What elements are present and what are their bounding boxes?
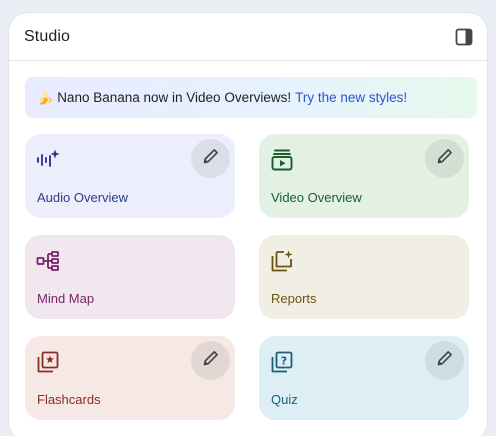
pencil-icon [436,349,454,372]
edit-button[interactable] [191,139,230,178]
mind-map-icon [36,249,60,273]
pencil-icon [202,349,220,372]
card-label: Quiz [271,392,298,407]
banana-emoji: 🍌 [37,89,54,105]
quiz-card[interactable]: ? Quiz [259,336,469,420]
quiz-icon: ? [270,350,294,374]
card-label: Audio Overview [37,190,129,205]
svg-text:?: ? [281,355,287,368]
try-new-styles-link[interactable]: Try the new styles! [295,90,407,105]
edit-button[interactable] [191,341,230,380]
panel-title: Studio [24,27,70,45]
audio-overview-card[interactable]: Audio Overview [25,134,235,218]
edit-button[interactable] [425,139,464,178]
banner-text: Nano Banana now in Video Overviews! [57,90,292,105]
sidebar-panel-icon[interactable] [450,23,478,51]
pencil-icon [436,147,454,170]
reports-card[interactable]: Reports [259,235,469,319]
flashcards-card[interactable]: Flashcards [25,336,235,420]
card-label: Reports [271,291,317,306]
mind-map-card[interactable]: Mind Map [25,235,235,319]
announcement-banner: 🍌 Nano Banana now in Video Overviews! Tr… [25,77,477,118]
flashcards-icon [36,350,60,374]
card-label: Video Overview [271,190,362,205]
studio-panel: Studio 🍌 Nano Banana now in Video Overvi… [8,12,488,436]
panel-header: Studio [9,13,487,61]
card-label: Mind Map [37,291,95,306]
card-label: Flashcards [37,392,101,407]
edit-button[interactable] [425,341,464,380]
pencil-icon [202,147,220,170]
reports-sparkle-icon [270,249,294,273]
video-overview-card[interactable]: Video Overview [259,134,469,218]
audio-wave-sparkle-icon [36,148,60,172]
video-play-icon [270,148,294,172]
